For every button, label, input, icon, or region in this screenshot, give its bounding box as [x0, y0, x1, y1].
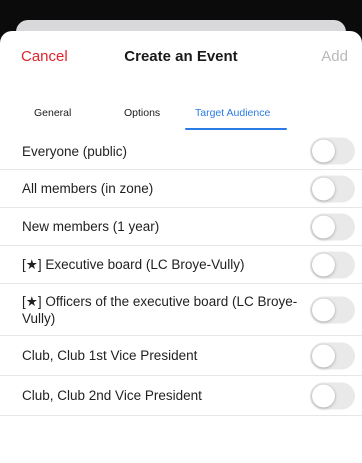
audience-list: Everyone (public) All members (in zone) … [0, 133, 362, 416]
list-item-label: All members (in zone) [22, 181, 154, 196]
add-button[interactable]: Add [321, 48, 348, 65]
tab-options[interactable]: Options [124, 107, 160, 119]
list-item-everyone: Everyone (public) [0, 133, 362, 170]
club-2nd-vice-president-toggle[interactable] [310, 382, 355, 409]
list-item-label: [★] Officers of the executive board (LC … [22, 293, 298, 326]
list-item-label: [★] Executive board (LC Broye-Vully) [22, 257, 245, 272]
nav-bar: Cancel Create an Event Add [0, 31, 362, 85]
list-item-label: New members (1 year) [22, 219, 160, 234]
list-item-label: Everyone (public) [22, 143, 128, 159]
list-item-club-2nd-vice-president: Club, Club 2nd Vice President [0, 376, 362, 416]
everyone-toggle[interactable] [310, 137, 355, 165]
toggle-knob [312, 344, 335, 367]
all-members-toggle[interactable] [310, 175, 355, 202]
tab-general[interactable]: General [34, 107, 71, 119]
tab-bar: General Options Target Audience [0, 85, 362, 133]
executive-board-toggle[interactable] [310, 251, 355, 278]
new-members-toggle[interactable] [310, 213, 355, 240]
toggle-knob [312, 384, 335, 407]
create-event-sheet: Cancel Create an Event Add General Optio… [0, 31, 362, 463]
toggle-knob [312, 177, 335, 200]
tab-target-audience[interactable]: Target Audience [195, 107, 270, 119]
list-item-label: Club, Club 1st Vice President [22, 348, 198, 363]
page-title: Create an Event [124, 48, 238, 65]
list-item-all-members: All members (in zone) [0, 170, 362, 208]
toggle-knob [312, 215, 335, 238]
toggle-knob [312, 253, 335, 276]
list-item-executive-board: [★] Executive board (LC Broye-Vully) [0, 246, 362, 284]
club-1st-vice-president-toggle[interactable] [310, 342, 355, 369]
toggle-knob [312, 298, 335, 321]
list-item-officers-executive-board: [★] Officers of the executive board (LC … [0, 284, 362, 336]
list-item-new-members: New members (1 year) [0, 208, 362, 246]
officers-executive-board-toggle[interactable] [310, 296, 355, 323]
toggle-knob [312, 139, 335, 163]
list-item-label: Club, Club 2nd Vice President [22, 388, 202, 403]
active-tab-indicator [185, 128, 287, 130]
list-item-club-1st-vice-president: Club, Club 1st Vice President [0, 336, 362, 376]
